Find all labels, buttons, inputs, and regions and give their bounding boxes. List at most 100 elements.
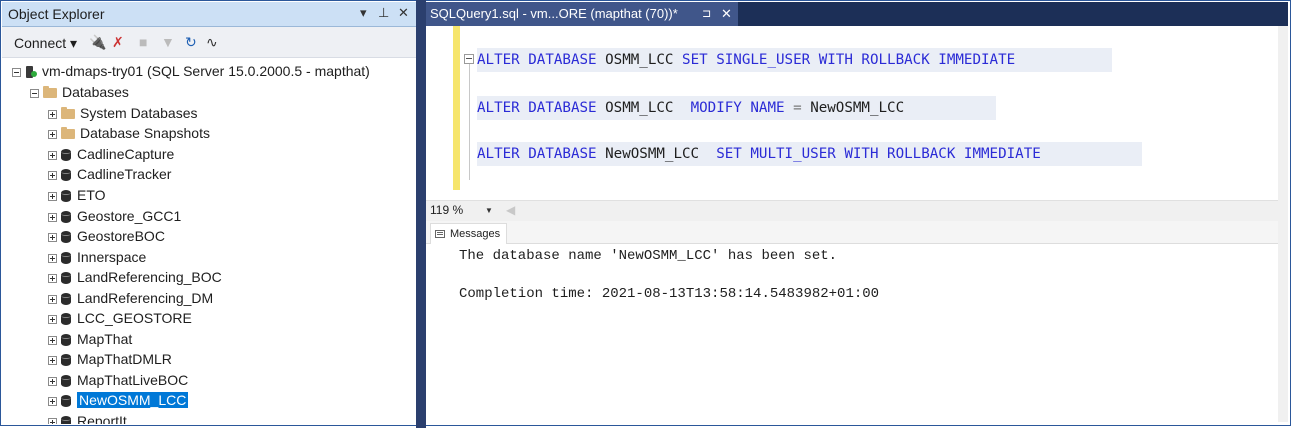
code-line-3[interactable]: ALTER DATABASE NewOSMM_LCC SET MULTI_USE… bbox=[477, 142, 1142, 166]
tree-node-database[interactable]: Geostore_GCC1 bbox=[48, 206, 181, 226]
expand-icon[interactable] bbox=[48, 314, 57, 324]
tree-node-database[interactable]: ETO bbox=[48, 185, 106, 205]
expand-icon[interactable] bbox=[48, 355, 57, 365]
object-explorer-toolbar: Connect ▾ 🔌 ✗ ■ ▼ ↻ ∿ bbox=[2, 27, 416, 58]
tree-node-database-selected[interactable]: NewOSMM_LCC bbox=[48, 390, 189, 410]
messages-pane[interactable]: The database name 'NewOSMM_LCC' has been… bbox=[426, 244, 1288, 424]
close-icon[interactable]: ✕ bbox=[398, 5, 409, 21]
connect-button[interactable]: Connect ▾ bbox=[14, 35, 77, 52]
expand-icon[interactable] bbox=[48, 376, 57, 386]
database-icon bbox=[61, 313, 71, 326]
tree-node-server[interactable]: vm-dmaps-try01 (SQL Server 15.0.2000.5 -… bbox=[12, 61, 370, 81]
tree-node-database[interactable]: CadlineCapture bbox=[48, 144, 174, 164]
tree-node-database[interactable]: MapThatDMLR bbox=[48, 349, 172, 369]
tab-sqlquery1[interactable]: SQLQuery1.sql - vm...ORE (mapthat (70))*… bbox=[426, 2, 738, 26]
tree-node-database[interactable]: LandReferencing_BOC bbox=[48, 267, 222, 287]
expand-icon[interactable] bbox=[48, 212, 57, 222]
database-label: LandReferencing_BOC bbox=[77, 269, 222, 285]
expand-icon[interactable] bbox=[48, 109, 57, 119]
database-label: LandReferencing_DM bbox=[77, 290, 214, 306]
window-position-dropdown-icon[interactable]: ▾ bbox=[360, 5, 367, 21]
disconnect-icon[interactable]: ✗ bbox=[112, 34, 124, 51]
scroll-left-icon[interactable]: ◀ bbox=[506, 203, 515, 217]
expand-icon[interactable] bbox=[48, 273, 57, 283]
expand-icon[interactable] bbox=[48, 417, 57, 424]
tree-node-database[interactable]: CadlineTracker bbox=[48, 164, 171, 184]
object-explorer-titlebar: Object Explorer ▾ ⊥ ✕ bbox=[2, 2, 416, 27]
messages-tab-label: Messages bbox=[450, 228, 501, 240]
message-line: The database name 'NewOSMM_LCC' has been… bbox=[459, 248, 838, 264]
server-label: vm-dmaps-try01 (SQL Server 15.0.2000.5 -… bbox=[42, 63, 370, 79]
database-label: CadlineCapture bbox=[77, 146, 175, 162]
tree-node-databases[interactable]: Databases bbox=[30, 82, 129, 102]
database-icon bbox=[61, 293, 71, 306]
tree-node-database[interactable]: MapThat bbox=[48, 329, 132, 349]
tree-node-database[interactable]: MapThatLiveBOC bbox=[48, 370, 188, 390]
collapse-icon[interactable] bbox=[12, 67, 21, 77]
expand-icon[interactable] bbox=[48, 232, 57, 242]
expand-icon[interactable] bbox=[48, 150, 57, 160]
database-icon bbox=[61, 190, 71, 203]
database-label: MapThatLiveBOC bbox=[77, 372, 189, 388]
query-editor-panel: SQLQuery1.sql - vm...ORE (mapthat (70))*… bbox=[426, 2, 1288, 424]
tree-node-database[interactable]: LCC_GEOSTORE bbox=[48, 308, 192, 328]
tree-node-database[interactable]: LandReferencing_DM bbox=[48, 288, 213, 308]
vertical-scrollbar[interactable] bbox=[1278, 26, 1288, 422]
filter-icon[interactable]: ▼ bbox=[161, 34, 175, 50]
tab-label: SQLQuery1.sql - vm...ORE (mapthat (70))* bbox=[430, 6, 678, 21]
database-label: MapThatDMLR bbox=[77, 351, 172, 367]
database-icon bbox=[61, 231, 71, 244]
pin-icon[interactable]: ⊥ bbox=[378, 5, 389, 21]
tree-node-database[interactable]: GeostoreBOC bbox=[48, 226, 165, 246]
database-icon bbox=[61, 395, 71, 408]
database-label: CadlineTracker bbox=[77, 166, 172, 182]
zoom-level[interactable]: 119 % bbox=[430, 203, 463, 217]
folder-icon bbox=[61, 127, 75, 140]
expand-icon[interactable] bbox=[48, 294, 57, 304]
collapse-icon[interactable] bbox=[30, 88, 39, 98]
sql-editor[interactable]: ALTER DATABASE OSMM_LCC SET SINGLE_USER … bbox=[426, 26, 1288, 200]
folder-label: Database Snapshots bbox=[80, 125, 210, 141]
database-label: Geostore_GCC1 bbox=[77, 208, 182, 224]
database-label: LCC_GEOSTORE bbox=[77, 310, 192, 326]
database-label: GeostoreBOC bbox=[77, 228, 165, 244]
expand-icon[interactable] bbox=[48, 396, 57, 406]
object-explorer-title: Object Explorer bbox=[8, 6, 105, 22]
change-tracking-margin bbox=[453, 26, 460, 190]
folder-label: System Databases bbox=[80, 105, 198, 121]
folder-icon bbox=[43, 86, 57, 99]
zoom-dropdown-icon[interactable]: ▼ bbox=[485, 206, 493, 215]
tree-node-system-databases[interactable]: System Databases bbox=[48, 103, 198, 123]
expand-icon[interactable] bbox=[48, 335, 57, 345]
connect-object-icon[interactable]: 🔌 bbox=[89, 34, 106, 51]
pin-tab-icon[interactable]: ⊐ bbox=[702, 2, 711, 26]
collapse-region-icon[interactable] bbox=[464, 54, 474, 64]
tree-node-database[interactable]: Innerspace bbox=[48, 247, 146, 267]
activity-monitor-icon[interactable]: ∿ bbox=[206, 34, 218, 51]
database-label: MapThat bbox=[77, 331, 133, 347]
fold-guide bbox=[469, 64, 470, 180]
messages-icon bbox=[435, 230, 445, 239]
expand-icon[interactable] bbox=[48, 253, 57, 263]
database-label: ETO bbox=[77, 187, 106, 203]
refresh-icon[interactable]: ↻ bbox=[185, 34, 197, 51]
database-icon bbox=[61, 149, 71, 162]
code-line-2[interactable]: ALTER DATABASE OSMM_LCC MODIFY NAME = Ne… bbox=[477, 96, 996, 120]
tab-messages[interactable]: Messages bbox=[430, 223, 508, 244]
server-icon bbox=[25, 66, 37, 79]
expand-icon[interactable] bbox=[48, 170, 57, 180]
code-line-1[interactable]: ALTER DATABASE OSMM_LCC SET SINGLE_USER … bbox=[477, 48, 1112, 72]
tree-node-database[interactable]: ReportIt bbox=[48, 411, 127, 424]
expand-icon[interactable] bbox=[48, 129, 57, 139]
database-icon bbox=[61, 169, 71, 182]
message-line: Completion time: 2021-08-13T13:58:14.548… bbox=[459, 286, 880, 302]
results-tab-bar: Messages bbox=[426, 221, 1288, 244]
tree-node-database-snapshots[interactable]: Database Snapshots bbox=[48, 123, 210, 143]
expand-icon[interactable] bbox=[48, 191, 57, 201]
object-explorer-tree: vm-dmaps-try01 (SQL Server 15.0.2000.5 -… bbox=[2, 58, 416, 424]
close-tab-icon[interactable]: ✕ bbox=[721, 2, 732, 26]
stop-icon[interactable]: ■ bbox=[139, 34, 147, 50]
database-icon bbox=[61, 375, 71, 388]
database-label: ReportIt bbox=[77, 413, 127, 424]
panel-splitter[interactable] bbox=[416, 0, 426, 428]
